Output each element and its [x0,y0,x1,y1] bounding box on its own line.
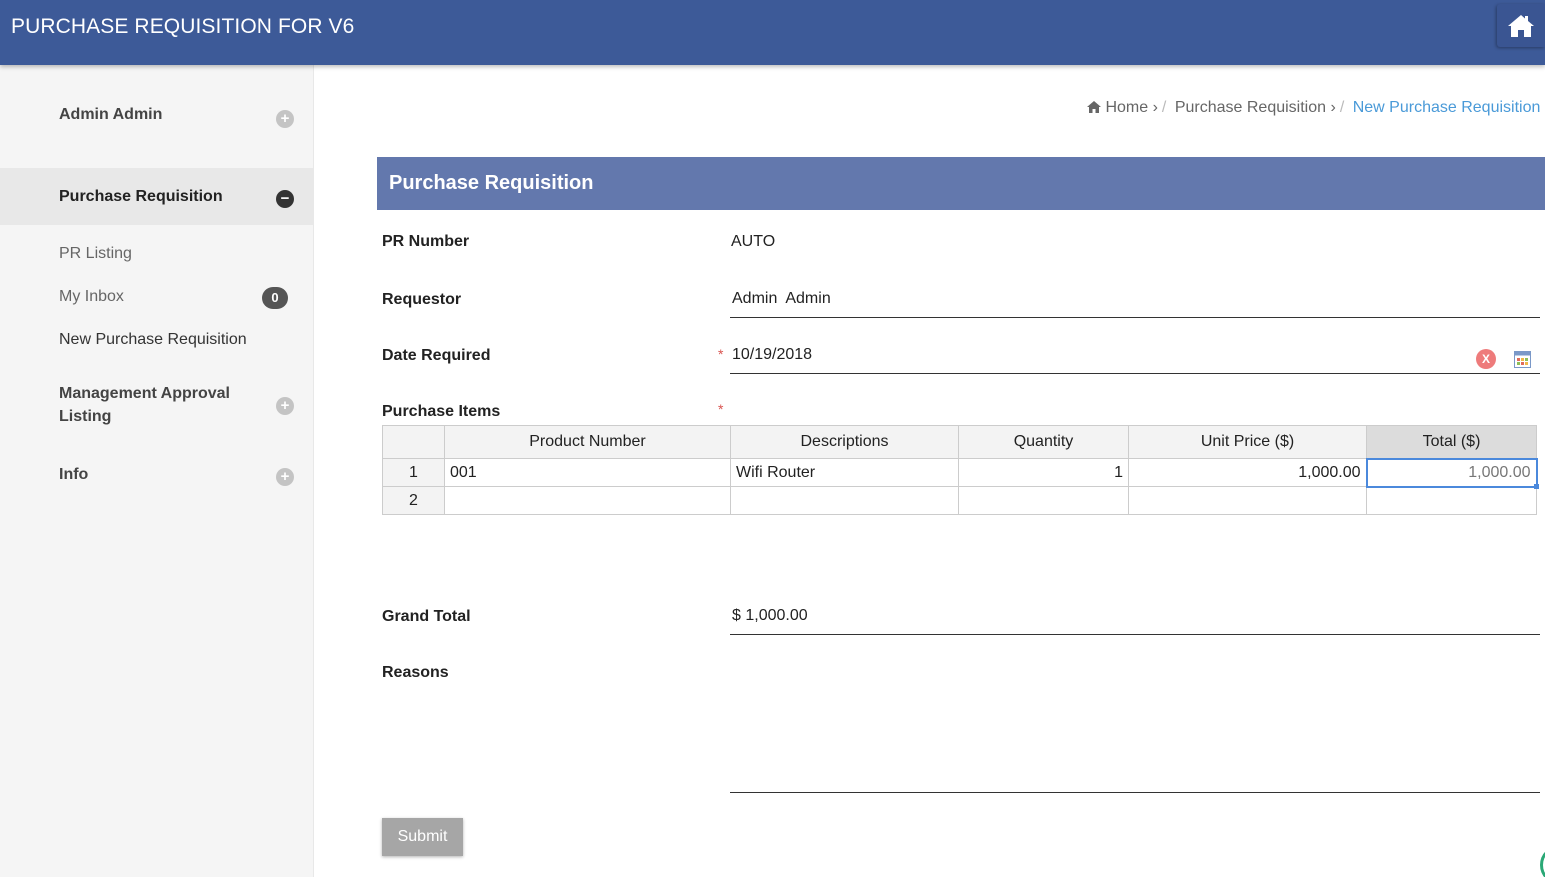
sidebar-info-label: Info [59,466,89,483]
panel-title: Purchase Requisition [377,157,1545,210]
cell-quantity[interactable] [958,486,1129,515]
cell-total[interactable] [1366,486,1537,515]
sidebar-mgmt-label: Management Approval Listing [59,385,230,425]
purchase-items-grid: Product Number Descriptions Quantity Uni… [382,425,1539,515]
breadcrumb-current: New Purchase Requisition [1352,99,1541,116]
table-row: 1 001 Wifi Router 1 1,000.00 1,000.00 [382,457,1539,489]
sidebar-item-my-inbox[interactable]: My Inbox [59,288,124,306]
cell-description[interactable] [730,486,959,515]
sidebar-item-management-approval[interactable]: Management Approval Listing + [0,370,313,440]
requestor-field[interactable]: Admin Admin [732,290,831,308]
grand-total-label: Grand Total [382,608,471,625]
breadcrumb-chevron: › [1330,99,1336,116]
expand-icon[interactable]: + [276,397,294,415]
cell-product-number[interactable] [444,486,731,515]
grid-header-unit-price[interactable]: Unit Price ($) [1128,425,1367,459]
cell-total-value: 1,000.00 [1468,463,1531,481]
sidebar-item-purchase-requisition[interactable]: Purchase Requisition − [0,168,313,225]
sidebar-item-user[interactable]: Admin Admin + [0,65,313,165]
breadcrumb-separator: / [1161,99,1167,116]
submit-button[interactable]: Submit [382,818,463,856]
collapse-icon[interactable]: − [276,190,294,208]
date-required-field[interactable]: 10/19/2018 [732,346,812,364]
requestor-underline [730,317,1540,318]
requestor-label: Requestor [382,291,462,308]
breadcrumb-chevron: › [1152,99,1158,116]
purchase-items-label: Purchase Items [382,403,501,420]
sidebar-item-new-pr[interactable]: New Purchase Requisition [59,331,247,349]
grid-header-descriptions[interactable]: Descriptions [730,425,959,459]
chat-widget-button[interactable] [1540,845,1545,877]
calendar-icon[interactable] [1514,351,1531,368]
grid-header-total[interactable]: Total ($) [1366,425,1537,459]
fill-handle[interactable] [1533,483,1539,489]
app-title: PURCHASE REQUISITION FOR V6 [11,15,355,38]
reasons-textarea[interactable] [731,664,1539,784]
date-required-underline [730,373,1540,374]
sidebar-user-label: Admin Admin [59,106,163,123]
sidebar-pr-label: Purchase Requisition [59,188,223,205]
cell-product-number[interactable]: 001 [444,458,731,487]
pr-number-label: PR Number [382,233,470,250]
reasons-underline [730,792,1540,793]
pr-number-value: AUTO [731,233,776,250]
home-icon [1508,14,1534,37]
grid-corner[interactable] [382,425,445,459]
clear-icon[interactable]: X [1476,349,1496,369]
cell-quantity[interactable]: 1 [958,458,1129,487]
sidebar-item-pr-listing[interactable]: PR Listing [59,245,132,263]
grand-total-value: $ 1,000.00 [732,607,808,624]
inbox-count-badge: 0 [262,287,288,309]
cell-unit-price[interactable] [1128,486,1367,515]
table-row: 2 [382,486,1537,515]
cell-unit-price[interactable]: 1,000.00 [1128,458,1367,487]
top-bar: PURCHASE REQUISITION FOR V6 [0,0,1545,65]
expand-icon[interactable]: + [276,110,294,128]
required-marker: * [718,346,724,362]
cell-total-selected[interactable]: 1,000.00 [1365,457,1539,489]
breadcrumb: Home › / Purchase Requisition › / New Purc… [1087,99,1545,117]
grid-header-quantity[interactable]: Quantity [958,425,1129,459]
breadcrumb-separator: / [1339,99,1345,116]
date-required-label: Date Required [382,347,491,364]
expand-icon[interactable]: + [276,468,294,486]
home-icon [1087,101,1101,113]
reasons-label: Reasons [382,664,449,681]
cell-description[interactable]: Wifi Router [730,458,959,487]
row-number[interactable]: 2 [382,486,445,515]
grand-total-underline [730,634,1540,635]
breadcrumb-purchase-requisition[interactable]: Purchase Requisition [1175,99,1326,116]
required-marker: * [718,401,724,417]
breadcrumb-home[interactable]: Home [1105,99,1148,116]
sidebar: Admin Admin + Purchase Requisition − PR … [0,65,314,877]
home-button[interactable] [1497,4,1545,47]
row-number[interactable]: 1 [382,458,445,487]
sidebar-item-info[interactable]: Info + [0,450,313,500]
grid-header-product-number[interactable]: Product Number [444,425,731,459]
